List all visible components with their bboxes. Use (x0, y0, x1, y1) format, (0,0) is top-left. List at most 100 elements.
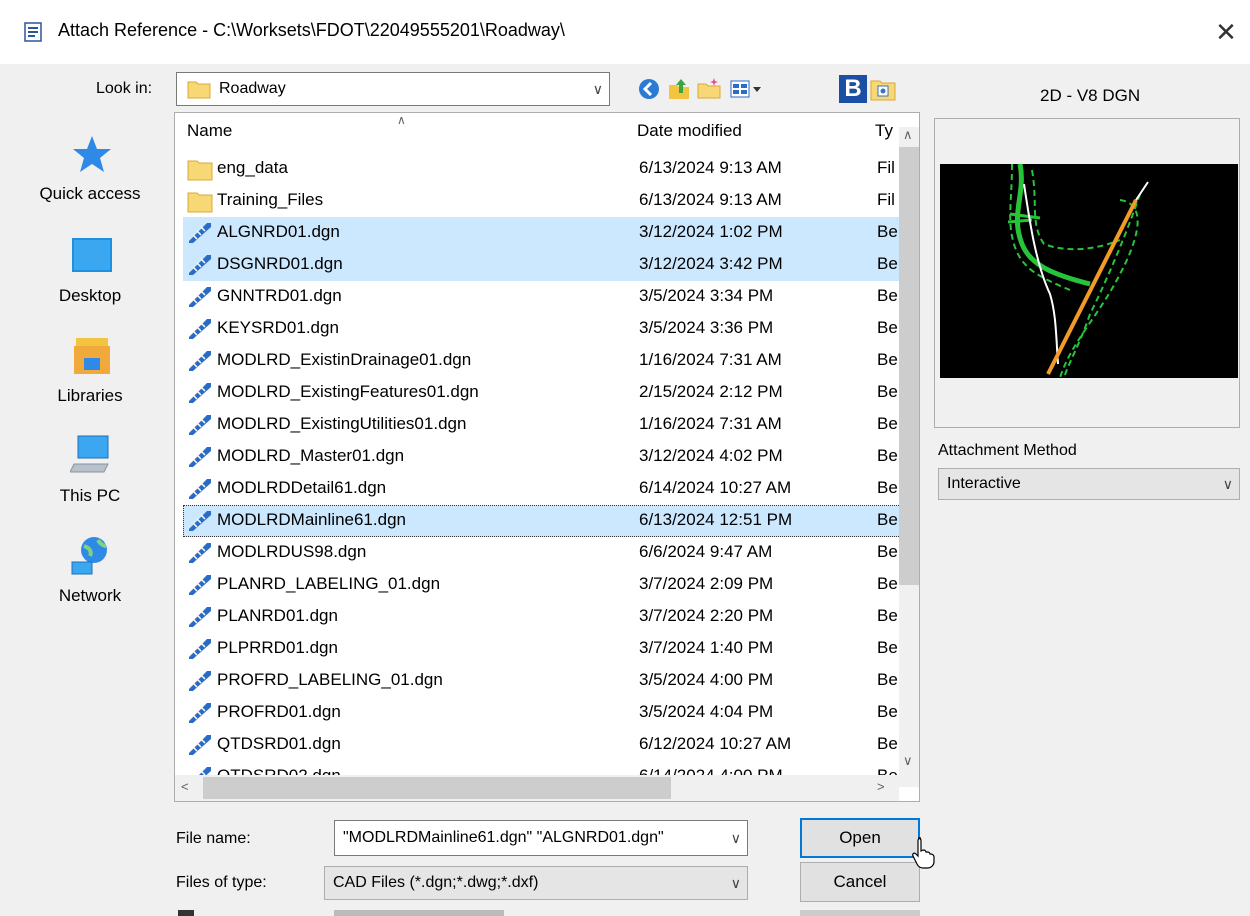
type-cell: Be (877, 606, 898, 625)
attachment-method-value: Interactive (947, 475, 1021, 492)
date-modified-cell: 6/6/2024 9:47 AM (639, 542, 773, 561)
dgn-file-icon (189, 255, 211, 275)
file-name-cell: KEYSRD01.dgn (217, 318, 339, 337)
close-button[interactable]: ✕ (1206, 12, 1246, 52)
attachment-method-dropdown[interactable]: Interactive ∨ (938, 468, 1240, 500)
place-this-pc[interactable]: This PC (14, 434, 166, 534)
date-modified-cell: 6/13/2024 9:13 AM (639, 190, 782, 209)
up-folder-button[interactable] (664, 74, 694, 104)
horizontal-scroll-thumb[interactable] (203, 777, 671, 799)
file-row[interactable]: DSGNRD01.dgn 3/12/2024 3:42 PM Be (183, 249, 901, 281)
preview-title: 2D - V8 DGN (1040, 86, 1141, 105)
date-modified-cell: 3/12/2024 4:02 PM (639, 446, 783, 465)
design-preview-graphic (1007, 163, 1149, 379)
look-in-value: Roadway (219, 80, 286, 97)
place-desktop[interactable]: Desktop (14, 234, 166, 334)
partial-button[interactable] (800, 910, 920, 916)
date-modified-cell: 1/16/2024 7:31 AM (639, 414, 782, 433)
file-row[interactable]: ALGNRD01.dgn 3/12/2024 1:02 PM Be (183, 217, 901, 249)
dgn-file-icon (189, 479, 211, 499)
type-cell: Be (877, 766, 901, 775)
file-name-cell: eng_data (217, 158, 288, 177)
chevron-down-icon: ∨ (730, 875, 741, 891)
type-cell: Be (877, 414, 898, 433)
file-row[interactable]: MODLRD_ExistingFeatures01.dgn 2/15/2024 2… (183, 377, 901, 409)
file-row[interactable]: GNNTRD01.dgn 3/5/2024 3:34 PM Be (183, 281, 901, 313)
file-row[interactable]: MODLRD_ExistingUtilities01.dgn 1/16/2024 … (183, 409, 901, 441)
date-modified-cell: 3/5/2024 4:04 PM (639, 702, 774, 721)
place-label: Network (58, 586, 122, 605)
file-row[interactable]: PLPRRD01.dgn 3/7/2024 1:40 PM Be (183, 633, 901, 665)
column-header-type-label: Ty (875, 121, 893, 140)
scroll-left-icon[interactable]: < (181, 779, 189, 794)
file-row[interactable]: eng_data 6/13/2024 9:13 AM Fil (183, 153, 901, 185)
vertical-scroll-thumb[interactable] (899, 147, 919, 585)
configuration-folder-button[interactable] (868, 74, 898, 104)
scroll-up-icon[interactable]: ∧ (903, 127, 913, 143)
look-in-dropdown[interactable]: Roadway ∨ (176, 72, 610, 106)
file-row[interactable]: Training_Files 6/13/2024 9:13 AM Fil (183, 185, 901, 217)
file-row[interactable]: PROFRD01.dgn 3/5/2024 4:04 PM Be (183, 697, 901, 729)
type-cell: Fil (877, 190, 895, 209)
file-row[interactable]: PLANRD01.dgn 3/7/2024 2:20 PM Be (183, 601, 901, 633)
file-row[interactable]: PLANRD_LABELING_01.dgn 3/7/2024 2:09 PM Be (183, 569, 901, 601)
cancel-button[interactable]: Cancel (800, 862, 920, 902)
place-label: Quick access (39, 184, 141, 203)
chevron-down-icon: ∨ (1222, 476, 1233, 492)
date-modified-cell: 2/15/2024 2:12 PM (639, 382, 783, 401)
title-bar: Attach Reference - C:\Worksets\FDOT\2204… (0, 0, 1250, 64)
column-header-name[interactable]: Name (187, 121, 232, 141)
date-modified-cell: 1/16/2024 7:31 AM (639, 350, 782, 369)
back-button[interactable] (634, 74, 664, 104)
scroll-down-icon[interactable]: ∨ (903, 753, 913, 769)
date-modified-cell: 3/7/2024 1:40 PM (639, 638, 774, 657)
dialog-document-icon (24, 22, 42, 42)
file-row[interactable]: QTDSRD02.dgn 6/14/2024 4:00 PM Be (183, 761, 901, 775)
dgn-file-icon (189, 287, 211, 307)
type-cell: Be (877, 510, 898, 529)
dgn-file-icon (189, 703, 211, 723)
network-icon (71, 537, 107, 575)
file-list[interactable]: Name ∧ Date modified Ty eng_data 6/13/202… (174, 112, 920, 802)
file-name-value: "MODLRDMainline61.dgn" "ALGNRD01.dgn" (343, 829, 664, 846)
date-modified-cell: 3/7/2024 2:09 PM (639, 574, 774, 593)
mouse-pointer-icon (912, 837, 935, 869)
type-cell: Fil (877, 158, 895, 177)
type-cell: Be (877, 222, 898, 241)
type-cell: Be (877, 350, 898, 369)
bentley-button[interactable]: B (838, 74, 868, 104)
file-name-cell: PLANRD01.dgn (217, 606, 338, 625)
place-network[interactable]: Network (14, 534, 166, 634)
new-folder-icon (697, 78, 721, 99)
date-modified-cell: 6/13/2024 12:51 PM (639, 510, 793, 529)
file-row[interactable]: QTDSRD01.dgn 6/12/2024 10:27 AM Be (183, 729, 901, 761)
place-libraries[interactable]: Libraries (14, 334, 166, 434)
dgn-file-icon (189, 511, 211, 531)
file-name-cell: MODLRD_ExistinDrainage01.dgn (217, 350, 472, 369)
type-cell: Be (877, 638, 898, 657)
open-button[interactable]: Open (800, 818, 920, 858)
file-row[interactable]: MODLRDUS98.dgn 6/6/2024 9:47 AM Be (183, 537, 901, 569)
partial-control (334, 910, 504, 916)
file-name-cell: ALGNRD01.dgn (217, 222, 340, 241)
file-row[interactable]: MODLRDDetail61.dgn 6/14/2024 10:27 AM Be (183, 473, 901, 505)
file-row[interactable]: MODLRD_ExistinDrainage01.dgn 1/16/2024 7:… (183, 345, 901, 377)
file-row[interactable]: MODLRDMainline61.dgn 6/13/2024 12:51 PM Be (183, 505, 901, 537)
file-name-combo[interactable]: "MODLRDMainline61.dgn" "ALGNRD01.dgn" ∨ (334, 820, 748, 856)
scroll-right-icon[interactable]: > (877, 779, 885, 794)
file-row[interactable]: PROFRD_LABELING_01.dgn 3/5/2024 4:00 PM Be (183, 665, 901, 697)
file-row[interactable]: KEYSRD01.dgn 3/5/2024 3:36 PM Be (183, 313, 901, 345)
dgn-file-icon (189, 415, 211, 435)
attachment-method-label: Attachment Method (938, 442, 1077, 459)
file-type-dropdown[interactable]: CAD Files (*.dgn;*.dwg;*.dxf) ∨ (324, 866, 748, 900)
view-menu-button[interactable] (726, 74, 766, 104)
file-name-cell: MODLRD_ExistingFeatures01.dgn (217, 382, 479, 401)
checkbox[interactable] (178, 910, 194, 916)
place-quick-access[interactable]: Quick access (14, 132, 166, 232)
date-modified-cell: 3/5/2024 3:34 PM (639, 286, 774, 305)
file-row[interactable]: MODLRD_Master01.dgn 3/12/2024 4:02 PM Be (183, 441, 901, 473)
column-header-date[interactable]: Date modified (637, 121, 742, 141)
new-folder-button[interactable] (694, 74, 724, 104)
dgn-file-icon (189, 575, 211, 595)
column-header-type[interactable]: Ty (875, 121, 897, 141)
